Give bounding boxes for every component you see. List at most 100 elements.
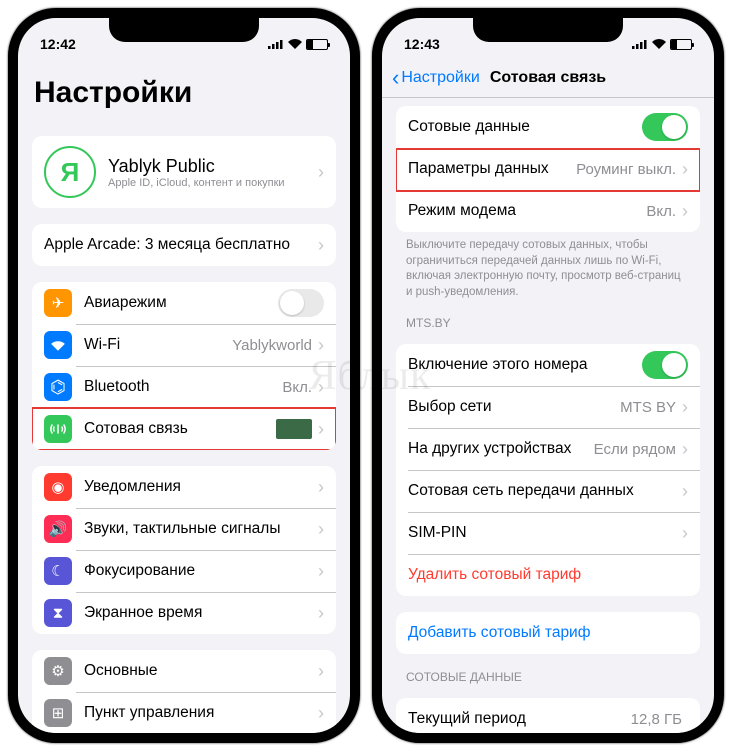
data-options-value: Роуминг выкл. bbox=[576, 161, 676, 178]
general-row[interactable]: ⚙ Основные › bbox=[32, 650, 336, 692]
notifications-row[interactable]: ◉ Уведомления › bbox=[32, 466, 336, 508]
wifi-value: Yablykworld bbox=[232, 337, 312, 354]
apple-id-row[interactable]: Я Yablyk Public Apple ID, iCloud, контен… bbox=[32, 136, 336, 208]
battery-icon bbox=[670, 39, 692, 50]
page-title: Настройки bbox=[18, 58, 350, 120]
airplane-row[interactable]: ✈ Авиарежим bbox=[32, 282, 336, 324]
other-devices-label: На других устройствах bbox=[408, 440, 594, 458]
other-devices-value: Если рядом bbox=[594, 441, 676, 458]
profile-sub: Apple ID, iCloud, контент и покупки bbox=[108, 177, 318, 189]
sim-pin-row[interactable]: SIM-PIN › bbox=[396, 512, 700, 554]
network-group: ✈ Авиарежим Wi-Fi Yablykworld › ⌬ Blueto… bbox=[32, 282, 336, 450]
cellular-icon bbox=[44, 415, 72, 443]
bell-icon: ◉ bbox=[44, 473, 72, 501]
current-period-value: 12,8 ГБ bbox=[631, 711, 682, 728]
chevron-icon: › bbox=[682, 397, 688, 418]
cellular-footer-text: Выключите передачу сотовых данных, чтобы… bbox=[382, 232, 714, 300]
carrier-badge bbox=[276, 419, 312, 439]
control-center-label: Пункт управления bbox=[84, 704, 318, 722]
chevron-icon: › bbox=[318, 477, 324, 498]
add-plan-group: Добавить сотовый тариф bbox=[396, 612, 700, 654]
sounds-row[interactable]: 🔊 Звуки, тактильные сигналы › bbox=[32, 508, 336, 550]
moon-icon: ☾ bbox=[44, 557, 72, 585]
usage-header: СОТОВЫЕ ДАННЫЕ bbox=[382, 654, 714, 688]
sounds-label: Звуки, тактильные сигналы bbox=[84, 520, 318, 538]
add-plan-row[interactable]: Добавить сотовый тариф bbox=[396, 612, 700, 654]
gear-icon: ⚙ bbox=[44, 657, 72, 685]
chevron-icon: › bbox=[682, 481, 688, 502]
other-devices-row[interactable]: На других устройствах Если рядом › bbox=[396, 428, 700, 470]
network-select-label: Выбор сети bbox=[408, 398, 620, 416]
wifi-icon bbox=[652, 39, 666, 49]
network-select-row[interactable]: Выбор сети MTS BY › bbox=[396, 386, 700, 428]
carrier-group: Включение этого номера Выбор сети MTS BY… bbox=[396, 344, 700, 596]
back-label: Настройки bbox=[401, 69, 479, 87]
promo-label: Apple Arcade: 3 месяца бесплатно bbox=[44, 236, 318, 254]
cellular-data-toggle[interactable] bbox=[642, 113, 688, 141]
screen-right: 12:43 ‹ Настройки Сотовая связь Сотовые … bbox=[382, 18, 714, 733]
screen-left: 12:42 Настройки Я Yablyk Public Apple ID… bbox=[18, 18, 350, 733]
chevron-icon: › bbox=[682, 439, 688, 460]
wifi-row[interactable]: Wi-Fi Yablykworld › bbox=[32, 324, 336, 366]
phone-right: 12:43 ‹ Настройки Сотовая связь Сотовые … bbox=[372, 8, 724, 743]
delete-plan-label: Удалить сотовый тариф bbox=[408, 566, 688, 584]
switches-icon: ⊞ bbox=[44, 699, 72, 727]
cellular-data-row[interactable]: Сотовые данные bbox=[396, 106, 700, 148]
chevron-icon: › bbox=[682, 201, 688, 222]
profile-name: Yablyk Public bbox=[108, 156, 318, 177]
screentime-row[interactable]: ⧗ Экранное время › bbox=[32, 592, 336, 634]
cellular-label: Сотовая связь bbox=[84, 420, 276, 438]
cellular-row[interactable]: Сотовая связь › bbox=[32, 408, 336, 450]
settings-content[interactable]: Настройки Я Yablyk Public Apple ID, iClo… bbox=[18, 58, 350, 733]
wifi-settings-icon bbox=[44, 331, 72, 359]
chevron-icon: › bbox=[318, 519, 324, 540]
focus-row[interactable]: ☾ Фокусирование › bbox=[32, 550, 336, 592]
chevron-icon: › bbox=[318, 162, 324, 183]
status-icons bbox=[268, 39, 328, 50]
enable-line-toggle[interactable] bbox=[642, 351, 688, 379]
delete-plan-row[interactable]: Удалить сотовый тариф bbox=[396, 554, 700, 596]
usage-group: Текущий период 12,8 ГБ Текущий период ро… bbox=[396, 698, 700, 733]
signal-icon bbox=[268, 39, 284, 49]
current-period-label: Текущий период bbox=[408, 710, 631, 728]
back-button[interactable]: ‹ Настройки bbox=[392, 65, 480, 91]
general-label: Основные bbox=[84, 662, 318, 680]
signal-icon bbox=[632, 39, 648, 49]
wifi-label: Wi-Fi bbox=[84, 336, 232, 354]
status-time: 12:42 bbox=[40, 36, 76, 52]
hourglass-icon: ⧗ bbox=[44, 599, 72, 627]
current-period-row[interactable]: Текущий период 12,8 ГБ bbox=[396, 698, 700, 733]
screentime-label: Экранное время bbox=[84, 604, 318, 622]
nav-title: Сотовая связь bbox=[490, 69, 606, 87]
chevron-icon: › bbox=[318, 561, 324, 582]
control-center-row[interactable]: ⊞ Пункт управления › bbox=[32, 692, 336, 733]
speaker-icon: 🔊 bbox=[44, 515, 72, 543]
status-time: 12:43 bbox=[404, 36, 440, 52]
back-chevron-icon: ‹ bbox=[392, 65, 399, 91]
airplane-icon: ✈ bbox=[44, 289, 72, 317]
cellular-content[interactable]: Сотовые данные Параметры данных Роуминг … bbox=[382, 98, 714, 733]
enable-line-row[interactable]: Включение этого номера bbox=[396, 344, 700, 386]
airplane-toggle[interactable] bbox=[278, 289, 324, 317]
notifications-group: ◉ Уведомления › 🔊 Звуки, тактильные сигн… bbox=[32, 466, 336, 634]
chevron-icon: › bbox=[682, 159, 688, 180]
cellular-network-row[interactable]: Сотовая сеть передачи данных › bbox=[396, 470, 700, 512]
hotspot-row[interactable]: Режим модема Вкл. › bbox=[396, 190, 700, 232]
arcade-promo-row[interactable]: Apple Arcade: 3 месяца бесплатно › bbox=[32, 224, 336, 266]
network-select-value: MTS BY bbox=[620, 399, 676, 416]
cellular-data-label: Сотовые данные bbox=[408, 118, 642, 136]
bluetooth-row[interactable]: ⌬ Bluetooth Вкл. › bbox=[32, 366, 336, 408]
carrier-header: MTS.BY bbox=[382, 300, 714, 334]
add-plan-label: Добавить сотовый тариф bbox=[408, 624, 688, 642]
data-options-row[interactable]: Параметры данных Роуминг выкл. › bbox=[396, 148, 700, 190]
hotspot-label: Режим модема bbox=[408, 202, 646, 220]
notifications-label: Уведомления bbox=[84, 478, 318, 496]
status-icons bbox=[632, 39, 692, 50]
chevron-icon: › bbox=[318, 703, 324, 724]
enable-line-label: Включение этого номера bbox=[408, 356, 642, 374]
chevron-icon: › bbox=[682, 523, 688, 544]
chevron-icon: › bbox=[318, 335, 324, 356]
general-group: ⚙ Основные › ⊞ Пункт управления › AA Экр… bbox=[32, 650, 336, 733]
sim-pin-label: SIM-PIN bbox=[408, 524, 682, 542]
cellular-network-label: Сотовая сеть передачи данных bbox=[408, 482, 682, 500]
